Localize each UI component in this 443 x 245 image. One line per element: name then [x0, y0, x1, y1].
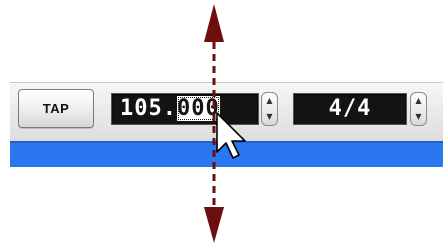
arrow-up-icon	[204, 4, 224, 42]
toolbar-top-edge	[10, 82, 443, 83]
tempo-value-selected-decimals[interactable]: 000	[176, 96, 220, 121]
stepper-up-icon[interactable]: ▲	[415, 97, 421, 105]
meter-field[interactable]: 4/4	[293, 93, 407, 125]
tap-tempo-button[interactable]: TAP	[18, 89, 94, 128]
stepper-down-icon[interactable]: ▼	[266, 113, 272, 121]
meter-stepper[interactable]: ▲ ▼	[410, 92, 427, 126]
screenshot-stage: TAP 105.000 ▲ ▼ 4/4 ▲ ▼	[0, 0, 443, 245]
selection-bar	[10, 141, 443, 167]
stepper-up-icon[interactable]: ▲	[266, 97, 272, 105]
tempo-value-integer: 105.	[120, 96, 177, 121]
stepper-down-icon[interactable]: ▼	[415, 113, 421, 121]
tempo-stepper[interactable]: ▲ ▼	[261, 92, 278, 126]
tempo-field[interactable]: 105.000	[111, 93, 259, 125]
arrow-down-icon	[204, 207, 224, 243]
transport-toolbar: TAP 105.000 ▲ ▼ 4/4 ▲ ▼	[10, 82, 443, 167]
